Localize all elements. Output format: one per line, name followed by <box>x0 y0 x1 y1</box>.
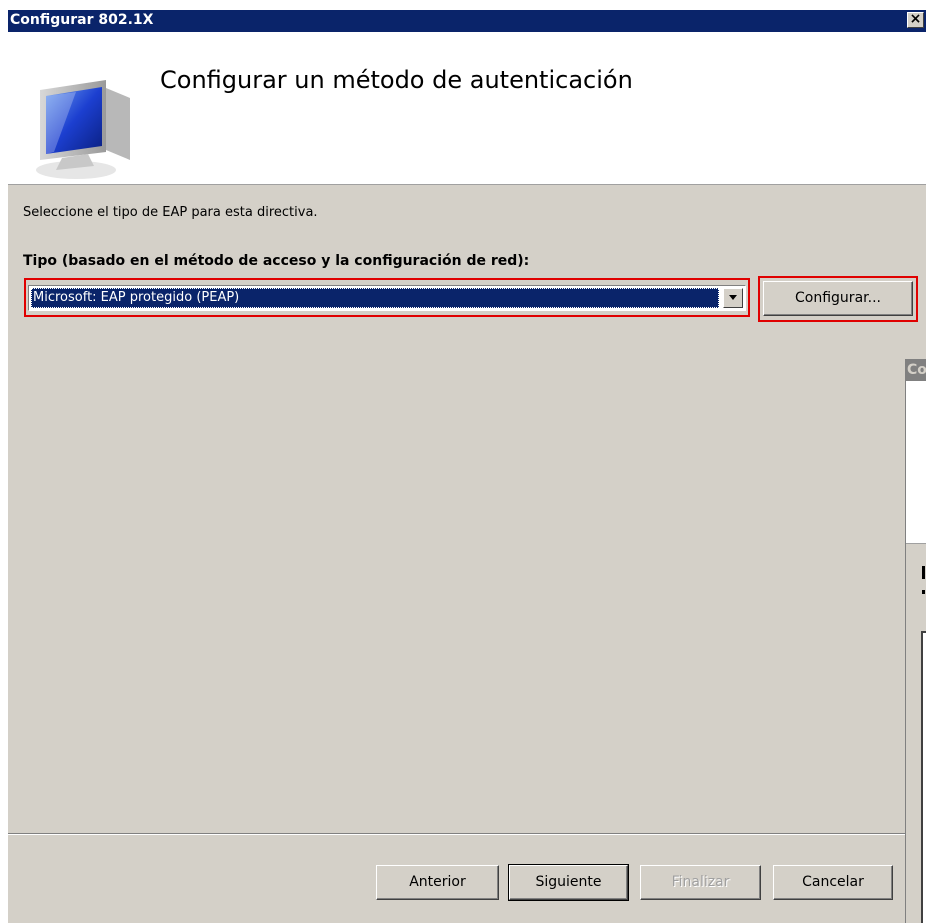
dropdown-button[interactable] <box>723 288 743 308</box>
back-button[interactable]: Anterior <box>376 865 499 900</box>
close-icon: × <box>909 11 922 27</box>
background-window-header <box>906 381 926 544</box>
eap-type-select[interactable]: Microsoft: EAP protegido (PEAP) <box>28 285 746 311</box>
computer-monitor-icon <box>36 80 130 179</box>
configure-button[interactable]: Configurar... <box>763 281 913 316</box>
eap-type-label: Tipo (basado en el método de acceso y la… <box>23 253 530 269</box>
instruction-text: Seleccione el tipo de EAP para esta dire… <box>23 205 318 220</box>
background-window-list <box>921 631 926 923</box>
background-window: Co <box>905 359 926 923</box>
eap-type-selected-value: Microsoft: EAP protegido (PEAP) <box>31 288 719 308</box>
close-button[interactable]: × <box>907 12 924 28</box>
next-button[interactable]: Siguiente <box>508 864 629 901</box>
wizard-header: Configurar un método de autenticación <box>8 32 926 185</box>
page-title: Configurar un método de autenticación <box>160 66 633 94</box>
chevron-down-icon <box>729 295 737 300</box>
background-window-text-fragment <box>922 590 925 594</box>
finish-button: Finalizar <box>640 865 761 900</box>
window-title: Configurar 802.1X <box>10 12 154 28</box>
title-bar[interactable]: Configurar 802.1X × <box>8 10 926 32</box>
background-window-text-fragment <box>922 566 925 579</box>
cancel-button[interactable]: Cancelar <box>773 865 893 900</box>
footer-divider <box>8 833 908 835</box>
configure-8021x-dialog: Configurar 802.1X × Configurar un método… <box>8 10 926 923</box>
background-window-title: Co <box>906 359 926 381</box>
